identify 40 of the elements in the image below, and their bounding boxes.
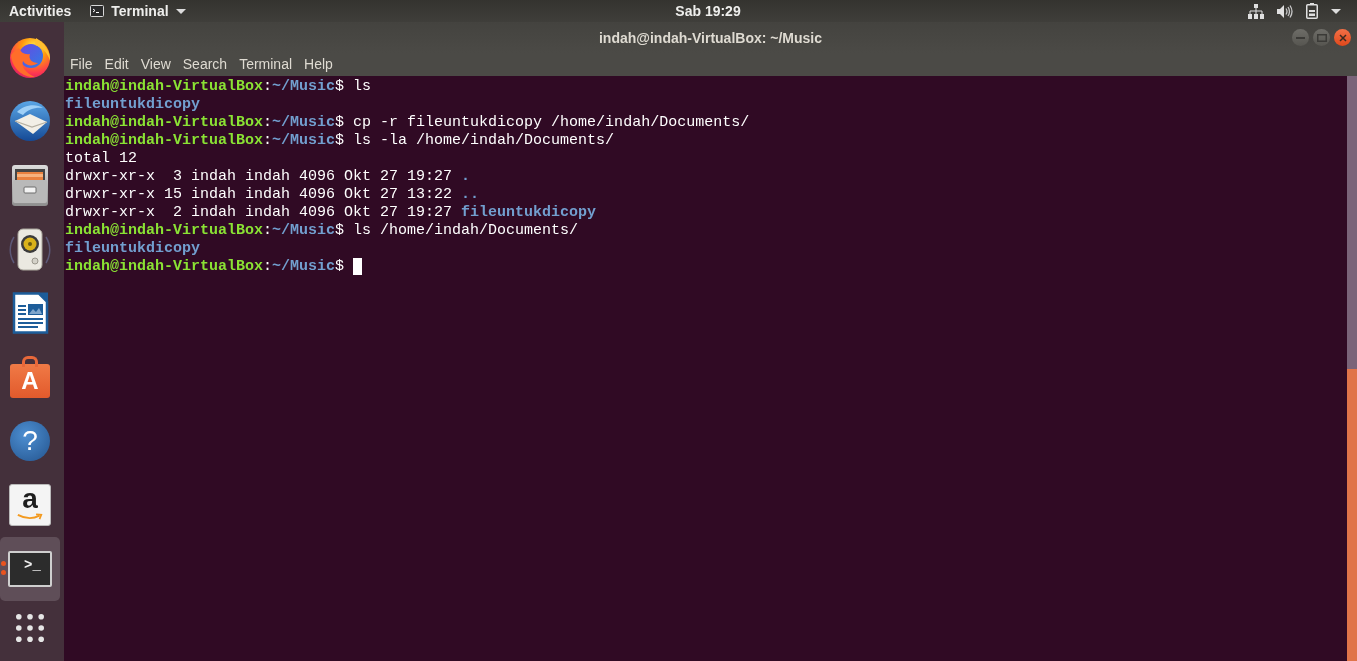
- fox-globe-icon: [8, 35, 52, 79]
- window-title: indah@indah-VirtualBox: ~/Music: [599, 29, 822, 46]
- maximize-icon: [1316, 33, 1327, 42]
- caret-icon[interactable]: [1331, 8, 1341, 14]
- terminal-line: drwxr-xr-x 3 indah indah 4096 Okt 27 19:27 .: [65, 168, 471, 186]
- smile-arrow-icon: [17, 513, 43, 521]
- caret-icon: [175, 8, 186, 14]
- terminal-line: indah@indah-VirtualBox:~/Music$ ls: [65, 78, 372, 96]
- terminal-icon: [90, 5, 105, 17]
- terminal-line: drwxr-xr-x 2 indah indah 4096 Okt 27 19:27 fileuntukdicopy: [65, 204, 597, 222]
- app-menu-button[interactable]: Terminal: [90, 2, 186, 20]
- terminal-line: fileuntukdicopy: [65, 96, 201, 114]
- scrollbar-thumb[interactable]: [1347, 368, 1357, 661]
- terminal-line: indah@indah-VirtualBox:~/Music$ ls -la /home/indah/Documents/: [65, 132, 615, 150]
- speaker-icon: [8, 227, 52, 271]
- battery-icon[interactable]: [1306, 3, 1318, 19]
- terminal-line: indah@indah-VirtualBox:~/Music$ cp -r fileuntukdicopy /home/indah/Documents/: [65, 114, 750, 132]
- clock[interactable]: Sab 19:29: [675, 2, 741, 20]
- dock-launcher[interactable]: ?: [0, 409, 60, 473]
- network-icon[interactable]: [1248, 3, 1264, 19]
- volume-icon[interactable]: [1277, 3, 1293, 19]
- terminal-line: drwxr-xr-x 15 indah indah 4096 Okt 27 13:22 ..: [65, 186, 480, 204]
- minimize-icon: [1296, 36, 1305, 39]
- dock-launcher[interactable]: >_: [0, 537, 60, 601]
- terminal-line: total 12: [65, 150, 137, 168]
- menu-item[interactable]: Help: [304, 56, 333, 73]
- terminal-line: indah@indah-VirtualBox:~/Music$ ls /home/indah/Documents/: [65, 222, 579, 240]
- terminal-line: indah@indah-VirtualBox:~/Music$: [65, 258, 346, 276]
- terminal-line: fileuntukdicopy: [65, 240, 201, 258]
- activities-button[interactable]: Activities: [9, 2, 72, 20]
- bird-envelope-icon: [8, 99, 52, 143]
- grid-icon: [16, 614, 44, 642]
- menu-item[interactable]: View: [140, 56, 171, 73]
- menu-item[interactable]: Edit: [104, 56, 129, 73]
- close-icon: [1338, 33, 1347, 42]
- menu-item[interactable]: Search: [182, 56, 228, 73]
- menu-item[interactable]: File: [70, 56, 93, 73]
- close-button[interactable]: [1334, 29, 1351, 46]
- menu-item[interactable]: Terminal: [239, 56, 293, 73]
- dock-launcher[interactable]: a: [0, 473, 60, 537]
